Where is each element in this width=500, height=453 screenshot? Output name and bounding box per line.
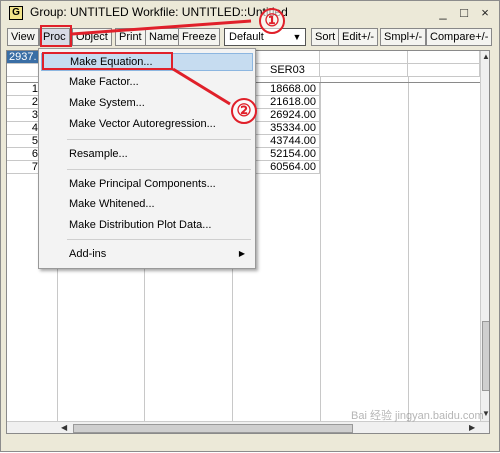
menu-item-add-ins-label: Add-ins bbox=[69, 248, 107, 260]
view-mode-value: Default bbox=[229, 31, 264, 43]
scroll-left-icon[interactable]: ◀ bbox=[61, 423, 67, 432]
compare-toggle-button[interactable]: Compare+/- bbox=[426, 28, 493, 46]
vertical-scroll-thumb[interactable] bbox=[482, 321, 489, 391]
horizontal-scroll-thumb[interactable] bbox=[73, 424, 353, 433]
toolbar: View Proc Object Print Name Freeze Defau… bbox=[1, 26, 499, 48]
group-window: G Group: UNTITLED Workfile: UNTITLED::Un… bbox=[0, 0, 500, 452]
name-button[interactable]: Name bbox=[145, 28, 183, 46]
menu-item-make-distribution-plot-data[interactable]: Make Distribution Plot Data... bbox=[41, 216, 253, 234]
group-icon: G bbox=[9, 6, 23, 20]
scroll-up-icon[interactable]: ▲ bbox=[482, 52, 489, 61]
menu-separator bbox=[67, 139, 251, 140]
maximize-icon[interactable]: □ bbox=[456, 5, 472, 21]
menu-item-make-system[interactable]: Make System... bbox=[41, 94, 253, 112]
menu-item-make-factor[interactable]: Make Factor... bbox=[41, 73, 253, 91]
menu-item-resample[interactable]: Resample... bbox=[41, 145, 253, 163]
step-2-marker: ② bbox=[231, 98, 257, 124]
chevron-down-icon: ▼ bbox=[292, 32, 302, 42]
watermark: Bai 经验 jingyan.baidu.com bbox=[351, 410, 484, 422]
header-cell bbox=[408, 51, 480, 64]
menu-item-make-principal-components[interactable]: Make Principal Components... bbox=[41, 175, 253, 193]
scroll-right-icon[interactable]: ▶ bbox=[469, 423, 475, 432]
step-1-marker: ① bbox=[259, 8, 285, 34]
column-header bbox=[320, 64, 408, 77]
vertical-scrollbar[interactable]: ▲ ▼ bbox=[480, 51, 489, 421]
sort-button[interactable]: Sort bbox=[311, 28, 340, 46]
grid-line bbox=[320, 77, 321, 421]
header-cell bbox=[320, 51, 408, 64]
menu-item-make-whitened[interactable]: Make Whitened... bbox=[41, 195, 253, 213]
view-button[interactable]: View bbox=[7, 28, 39, 46]
title-bar[interactable]: G Group: UNTITLED Workfile: UNTITLED::Un… bbox=[1, 1, 499, 25]
edit-toggle-button[interactable]: Edit+/- bbox=[338, 28, 379, 46]
proc-highlight-box bbox=[40, 25, 72, 47]
window-title: Group: UNTITLED Workfile: UNTITLED::Unti… bbox=[30, 5, 288, 19]
menu-item-make-var[interactable]: Make Vector Autoregression... bbox=[41, 115, 253, 133]
smpl-toggle-button[interactable]: Smpl+/- bbox=[380, 28, 427, 46]
close-icon[interactable]: × bbox=[477, 5, 493, 21]
object-button[interactable]: Object bbox=[72, 28, 112, 46]
menu-separator bbox=[67, 169, 251, 170]
menu-item-add-ins[interactable]: Add-ins ▶ bbox=[41, 245, 253, 263]
menu-separator bbox=[67, 239, 251, 240]
proc-menu: Make Equation... Make Factor... Make Sys… bbox=[38, 48, 256, 269]
column-header bbox=[408, 64, 480, 77]
print-button[interactable]: Print bbox=[115, 28, 146, 46]
submenu-arrow-icon: ▶ bbox=[238, 249, 245, 258]
make-equation-highlight-box bbox=[42, 52, 173, 70]
minimize-icon[interactable]: _ bbox=[435, 5, 451, 21]
grid-line bbox=[408, 77, 409, 421]
freeze-button[interactable]: Freeze bbox=[178, 28, 221, 46]
